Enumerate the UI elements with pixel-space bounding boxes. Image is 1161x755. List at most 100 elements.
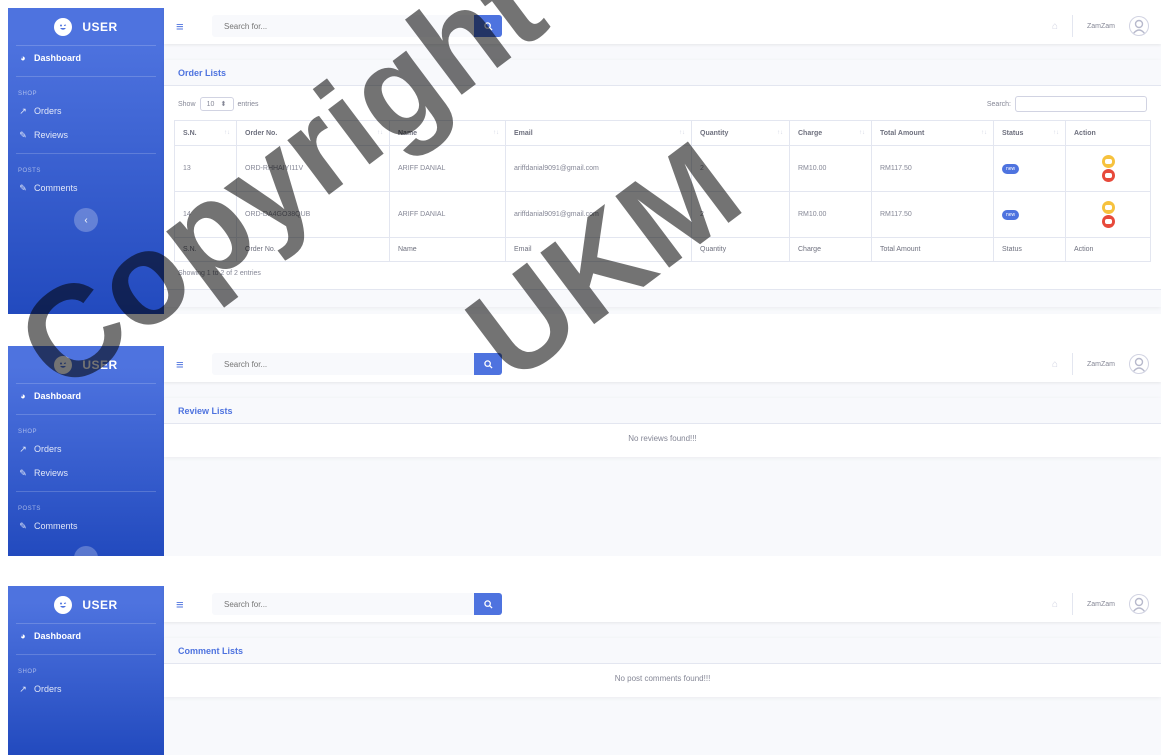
content-area: ≡ ⌂ ZamZam Review Lists No reviews found… — [164, 346, 1161, 556]
column-header[interactable]: Quantity ↑↓ — [691, 120, 790, 146]
brand-label: USER — [82, 19, 118, 34]
tachometer-icon: ◕ — [20, 391, 26, 401]
search-input[interactable] — [212, 353, 474, 375]
column-footer: Quantity — [691, 237, 790, 262]
card-footer — [164, 289, 1161, 307]
column-header[interactable]: Name ↑↓ — [389, 120, 506, 146]
topbar-right: ⌂ ZamZam — [1052, 593, 1149, 615]
sidebar-heading-shop: SHOP — [18, 91, 38, 97]
cell-email: ariffdanial9091@gmail.com — [505, 145, 692, 192]
cell-order-no: ORD-RHHAIYI11V — [236, 145, 390, 192]
sort-icon: ↑↓ — [859, 129, 865, 136]
show-label: Show — [178, 100, 196, 108]
comments-icon: ✎ — [19, 182, 27, 193]
topbar-right: ⌂ ZamZam — [1052, 15, 1149, 37]
laugh-wink-icon — [54, 355, 73, 374]
search-button[interactable] — [474, 353, 502, 375]
column-footer: Charge — [789, 237, 872, 262]
column-header[interactable]: Total Amount ↑↓ — [871, 120, 994, 146]
delete-button[interactable] — [1101, 215, 1115, 228]
sort-icon: ↑↓ — [377, 129, 383, 136]
hamburger-icon[interactable]: ≡ — [176, 357, 196, 372]
table-search-label: Search: — [986, 100, 1011, 108]
sidebar-toggle-button[interactable]: ‹ — [74, 546, 98, 556]
sidebar-item-orders[interactable]: ↗ Orders — [8, 677, 164, 701]
search-button[interactable] — [474, 15, 502, 37]
entries-label: entries — [237, 100, 259, 108]
user-name[interactable]: ZamZam — [1087, 23, 1115, 30]
sort-icon: ↑↓ — [1053, 129, 1059, 136]
sidebar-item-orders[interactable]: ↗ Orders — [8, 437, 164, 461]
cell-name: ARIFF DANIAL — [389, 145, 506, 192]
sidebar-item-dashboard[interactable]: ◕ Dashboard — [8, 624, 164, 648]
sidebar-brand[interactable]: USER — [16, 8, 156, 46]
edit-button[interactable] — [1101, 201, 1115, 214]
sidebar-heading-shop: SHOP — [18, 669, 38, 675]
brand-label: USER — [82, 357, 118, 372]
sort-icon: ↑↓ — [777, 129, 783, 136]
cell-order-no: ORD-DA4GO38QUB — [236, 191, 390, 238]
column-header[interactable]: Email ↑↓ — [505, 120, 692, 146]
entries-value: 10 — [206, 100, 215, 108]
home-icon[interactable]: ⌂ — [1052, 21, 1058, 32]
column-header[interactable]: Charge ↑↓ — [789, 120, 872, 146]
search-input[interactable] — [212, 593, 474, 615]
entries-select[interactable]: 10 ⬍ — [199, 97, 234, 111]
column-footer: Name — [389, 237, 506, 262]
sidebar-item-comments[interactable]: ✎ Comments — [8, 176, 164, 200]
column-header[interactable]: Order No. ↑↓ — [236, 120, 390, 146]
sidebar-divider — [16, 76, 156, 77]
sidebar-item-comments[interactable]: ✎ Comments — [8, 514, 164, 538]
sidebar-item-reviews[interactable]: ✎ Reviews — [8, 123, 164, 147]
comments-screen: USER ◕ Dashboard SHOP ↗ Orders ≡ ⌂ ZamZa… — [8, 586, 1161, 755]
laugh-wink-icon — [54, 17, 73, 36]
sidebar-item-dashboard[interactable]: ◕ Dashboard — [8, 384, 164, 408]
sidebar-item-orders[interactable]: ↗ Orders — [8, 99, 164, 123]
search-button[interactable] — [474, 593, 502, 615]
comments-icon: ✎ — [19, 520, 27, 531]
sidebar-item-label: Orders — [34, 106, 62, 116]
column-header[interactable]: Status ↑↓ — [993, 120, 1066, 146]
hamburger-icon[interactable]: ≡ — [176, 19, 196, 34]
sidebar-item-reviews[interactable]: ✎ Reviews — [8, 461, 164, 485]
column-header[interactable]: S.N. ↑↓ — [174, 120, 237, 146]
avatar[interactable] — [1129, 16, 1149, 36]
column-footer: Email — [505, 237, 692, 262]
table-search-input[interactable] — [1015, 96, 1147, 112]
topbar-search — [212, 15, 502, 37]
table-header-row: S.N. ↑↓ Order No. ↑↓ Name ↑↓ Email ↑↓ Quanti… — [174, 120, 1151, 146]
comments-icon: ✎ — [19, 467, 27, 478]
card-title: Order Lists — [164, 60, 1161, 86]
sidebar-toggle-button[interactable]: ‹ — [74, 208, 98, 232]
sidebar-heading-posts: POSTS — [18, 168, 41, 174]
home-icon[interactable]: ⌂ — [1052, 359, 1058, 370]
sidebar-item-label: Orders — [34, 684, 62, 694]
sidebar-brand[interactable]: USER — [16, 346, 156, 384]
card-title: Review Lists — [164, 398, 1161, 424]
sidebar-brand[interactable]: USER — [16, 586, 156, 624]
edit-button[interactable] — [1101, 155, 1115, 168]
trash-icon — [1104, 219, 1112, 224]
avatar[interactable] — [1129, 354, 1149, 374]
sidebar: USER ◕ Dashboard SHOP ↗ Orders ✎ Reviews… — [8, 8, 164, 314]
sidebar-heading-shop: SHOP — [18, 429, 38, 435]
sidebar: USER ◕ Dashboard SHOP ↗ Orders ✎ Reviews… — [8, 346, 164, 556]
orders-screen: USER ◕ Dashboard SHOP ↗ Orders ✎ Reviews… — [8, 8, 1161, 314]
avatar[interactable] — [1129, 594, 1149, 614]
user-name[interactable]: ZamZam — [1087, 601, 1115, 608]
home-icon[interactable]: ⌂ — [1052, 599, 1058, 610]
sidebar: USER ◕ Dashboard SHOP ↗ Orders — [8, 586, 164, 755]
content-area: ≡ ⌂ ZamZam Comment Lists No post comment… — [164, 586, 1161, 755]
delete-button[interactable] — [1101, 169, 1115, 182]
sidebar-item-label: Dashboard — [34, 53, 82, 63]
chart-line-icon: ↗ — [19, 105, 27, 116]
hamburger-icon[interactable]: ≡ — [176, 597, 196, 612]
table-info: Showing 1 to 2 of 2 entries — [178, 270, 261, 277]
order-table: S.N. ↑↓ Order No. ↑↓ Name ↑↓ Email ↑↓ Quanti… — [174, 120, 1151, 262]
topbar: ≡ ⌂ ZamZam — [164, 8, 1161, 44]
user-name[interactable]: ZamZam — [1087, 361, 1115, 368]
table-footer-row: S.N. Order No. Name Email Quantity Charg… — [174, 237, 1151, 262]
column-footer: Order No. — [236, 237, 390, 262]
search-input[interactable] — [212, 15, 474, 37]
sidebar-item-dashboard[interactable]: ◕ Dashboard — [8, 46, 164, 70]
